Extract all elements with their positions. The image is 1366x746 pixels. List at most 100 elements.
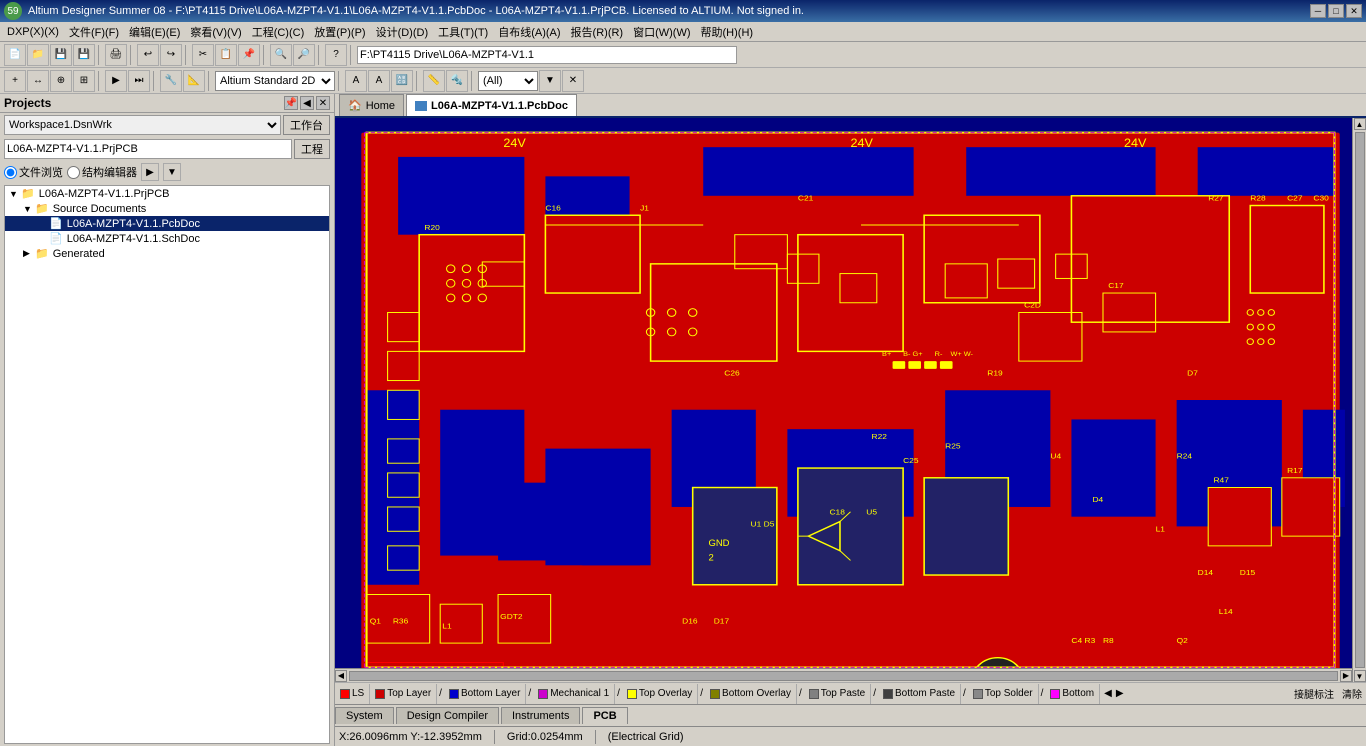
t2-clear-btn[interactable]: ✕ bbox=[562, 70, 584, 92]
workspace-select[interactable]: Workspace1.DsnWrk bbox=[4, 115, 281, 135]
t2-btn5[interactable]: ▶ bbox=[105, 70, 127, 92]
layer-color-botoverlay bbox=[710, 689, 720, 699]
menu-bar: DXP(X)(X)文件(F)(F)编辑(E)(E)察看(V)(V)工程(C)(C… bbox=[0, 22, 1366, 42]
tree-item-0[interactable]: ▼📁L06A-MZPT4-V1.1.PrjPCB bbox=[5, 186, 329, 201]
bp-tab-compiler[interactable]: Design Compiler bbox=[396, 707, 499, 724]
t2-btn3[interactable]: ⊕ bbox=[50, 70, 72, 92]
layer-tab-topsolder[interactable]: Top Solder bbox=[968, 684, 1039, 704]
t2-btn2[interactable]: ↔ bbox=[27, 70, 49, 92]
tab-pcbdoc[interactable]: L06A-MZPT4-V1.1.PcbDoc bbox=[406, 94, 577, 116]
t2-btn10[interactable]: A bbox=[368, 70, 390, 92]
scroll-thumb-h[interactable] bbox=[349, 671, 1338, 681]
panel-close-btn[interactable]: ✕ bbox=[316, 96, 330, 110]
t2-btn9[interactable]: A bbox=[345, 70, 367, 92]
layer-tab-botpaste[interactable]: Bottom Paste bbox=[878, 684, 961, 704]
scroll-thumb-v[interactable] bbox=[1355, 132, 1365, 668]
workspace-btn[interactable]: 工作台 bbox=[283, 115, 330, 135]
tree-item-4[interactable]: ▶📁Generated bbox=[5, 246, 329, 261]
filter-combo[interactable]: (All) bbox=[478, 71, 538, 91]
copy-btn[interactable]: 📋 bbox=[215, 44, 237, 66]
help-btn[interactable]: ? bbox=[325, 44, 347, 66]
menu-item-dxp-x--x-[interactable]: DXP(X)(X) bbox=[2, 24, 64, 40]
layer-tab-mech1[interactable]: Mechanical 1 bbox=[533, 684, 615, 704]
view-toggle-btn2[interactable]: ▼ bbox=[163, 163, 181, 181]
view-mode1-radio[interactable] bbox=[4, 166, 17, 179]
open-btn[interactable]: 📁 bbox=[27, 44, 49, 66]
view-mode1-label[interactable]: 文件浏览 bbox=[4, 164, 63, 180]
layer-tab-bottom[interactable]: Bottom Layer bbox=[444, 684, 526, 704]
bp-tab-instruments[interactable]: Instruments bbox=[501, 707, 580, 724]
sep6 bbox=[350, 45, 354, 65]
cut-btn[interactable]: ✂ bbox=[192, 44, 214, 66]
panel-left-btn[interactable]: ◀ bbox=[300, 96, 314, 110]
tab-home[interactable]: 🏠 Home bbox=[339, 94, 404, 116]
pcb-canvas: 24V 24V 24V R20 C16 J1 C21 R27 R28 C27 C… bbox=[335, 118, 1366, 682]
tree-item-1[interactable]: ▼📁Source Documents bbox=[5, 201, 329, 216]
scroll-left-btn[interactable]: ◀ bbox=[335, 670, 347, 682]
undo-btn[interactable]: ↩ bbox=[137, 44, 159, 66]
layer-tab-topoverlay[interactable]: Top Overlay bbox=[622, 684, 698, 704]
t2-btn14[interactable]: ▼ bbox=[539, 70, 561, 92]
path-input[interactable]: F:\PT4115 Drive\L06A-MZPT4-V1.1 bbox=[357, 46, 737, 64]
layer-clear-btn[interactable]: 清除 bbox=[1338, 686, 1366, 701]
layer-tab-bottom2[interactable]: Bottom bbox=[1045, 684, 1100, 704]
layer-tab-toppaste[interactable]: Top Paste bbox=[804, 684, 871, 704]
menu-item----d--d-[interactable]: 设计(D)(D) bbox=[371, 22, 434, 42]
project-tree[interactable]: ▼📁L06A-MZPT4-V1.1.PrjPCB▼📁Source Documen… bbox=[4, 185, 330, 744]
t2-btn12[interactable]: 📏 bbox=[423, 70, 445, 92]
layer-color-top bbox=[375, 689, 385, 699]
print-btn[interactable]: 🖨 bbox=[105, 44, 127, 66]
layer-tab-botoverlay[interactable]: Bottom Overlay bbox=[705, 684, 797, 704]
layer-scroll-right[interactable]: ▶ bbox=[1114, 688, 1126, 699]
layer-scroll-left[interactable]: ◀ bbox=[1102, 688, 1114, 699]
tree-item-2[interactable]: 📄L06A-MZPT4-V1.1.PcbDoc bbox=[5, 216, 329, 231]
menu-item----p--p-[interactable]: 放置(P)(P) bbox=[309, 22, 370, 42]
menu-item----f--f-[interactable]: 文件(F)(F) bbox=[64, 22, 124, 42]
scroll-down-btn[interactable]: ▼ bbox=[1354, 670, 1366, 682]
save-btn[interactable]: 💾 bbox=[50, 44, 72, 66]
save-all-btn[interactable]: 💾 bbox=[73, 44, 95, 66]
t2-btn6[interactable]: ⏭ bbox=[128, 70, 150, 92]
zoom-in-btn[interactable]: 🔍 bbox=[270, 44, 292, 66]
menu-item----h--h-[interactable]: 帮助(H)(H) bbox=[696, 22, 759, 42]
minimize-button[interactable]: ─ bbox=[1310, 4, 1326, 18]
t2-btn13[interactable]: 🔩 bbox=[446, 70, 468, 92]
menu-item----c--c-[interactable]: 工程(C)(C) bbox=[247, 22, 310, 42]
menu-item----e--e-[interactable]: 编辑(E)(E) bbox=[124, 22, 185, 42]
view-mode-combo[interactable]: Altium Standard 2D bbox=[215, 71, 335, 91]
layer-extra-btn[interactable]: 接腿标注 bbox=[1290, 686, 1338, 701]
menu-item----r--r-[interactable]: 报告(R)(R) bbox=[566, 22, 629, 42]
new-btn[interactable]: 📄 bbox=[4, 44, 26, 66]
scroll-right-btn[interactable]: ▶ bbox=[1340, 670, 1352, 682]
scroll-up-btn[interactable]: ▲ bbox=[1354, 118, 1366, 130]
paste-btn[interactable]: 📌 bbox=[238, 44, 260, 66]
tree-item-3[interactable]: 📄L06A-MZPT4-V1.1.SchDoc bbox=[5, 231, 329, 246]
project-btn[interactable]: 工程 bbox=[294, 139, 330, 159]
menu-item----t--t-[interactable]: 工具(T)(T) bbox=[433, 22, 493, 42]
menu-item-----a--a-[interactable]: 自布线(A)(A) bbox=[493, 22, 565, 42]
vertical-scrollbar[interactable]: ▲ ▼ bbox=[1352, 118, 1366, 682]
svg-text:24V: 24V bbox=[1124, 137, 1147, 150]
close-button[interactable]: ✕ bbox=[1346, 4, 1362, 18]
view-mode2-label[interactable]: 结构编辑器 bbox=[67, 164, 137, 180]
t2-btn11[interactable]: 🔠 bbox=[391, 70, 413, 92]
layer-tab-top[interactable]: Top Layer bbox=[370, 684, 437, 704]
view-toggle-btn1[interactable]: ▶ bbox=[141, 163, 159, 181]
layer-tab-ls[interactable]: LS bbox=[335, 684, 370, 704]
panel-pin-btn[interactable]: 📌 bbox=[284, 96, 298, 110]
menu-item----w--w-[interactable]: 窗口(W)(W) bbox=[628, 22, 695, 42]
redo-btn[interactable]: ↪ bbox=[160, 44, 182, 66]
bp-tab-pcb[interactable]: PCB bbox=[582, 707, 627, 724]
t2-btn4[interactable]: ⊞ bbox=[73, 70, 95, 92]
zoom-out-btn[interactable]: 🔎 bbox=[293, 44, 315, 66]
bp-tab-system[interactable]: System bbox=[335, 707, 394, 724]
t2-btn7[interactable]: 🔧 bbox=[160, 70, 182, 92]
layer-label-botpaste: Bottom Paste bbox=[895, 688, 955, 699]
maximize-button[interactable]: □ bbox=[1328, 4, 1344, 18]
t2-btn8[interactable]: 📐 bbox=[183, 70, 205, 92]
menu-item----v--v-[interactable]: 察看(V)(V) bbox=[185, 22, 246, 42]
project-input[interactable] bbox=[4, 139, 292, 159]
horizontal-scrollbar[interactable]: ◀ ▶ bbox=[335, 668, 1352, 682]
view-mode2-radio[interactable] bbox=[67, 166, 80, 179]
t2-btn1[interactable]: + bbox=[4, 70, 26, 92]
